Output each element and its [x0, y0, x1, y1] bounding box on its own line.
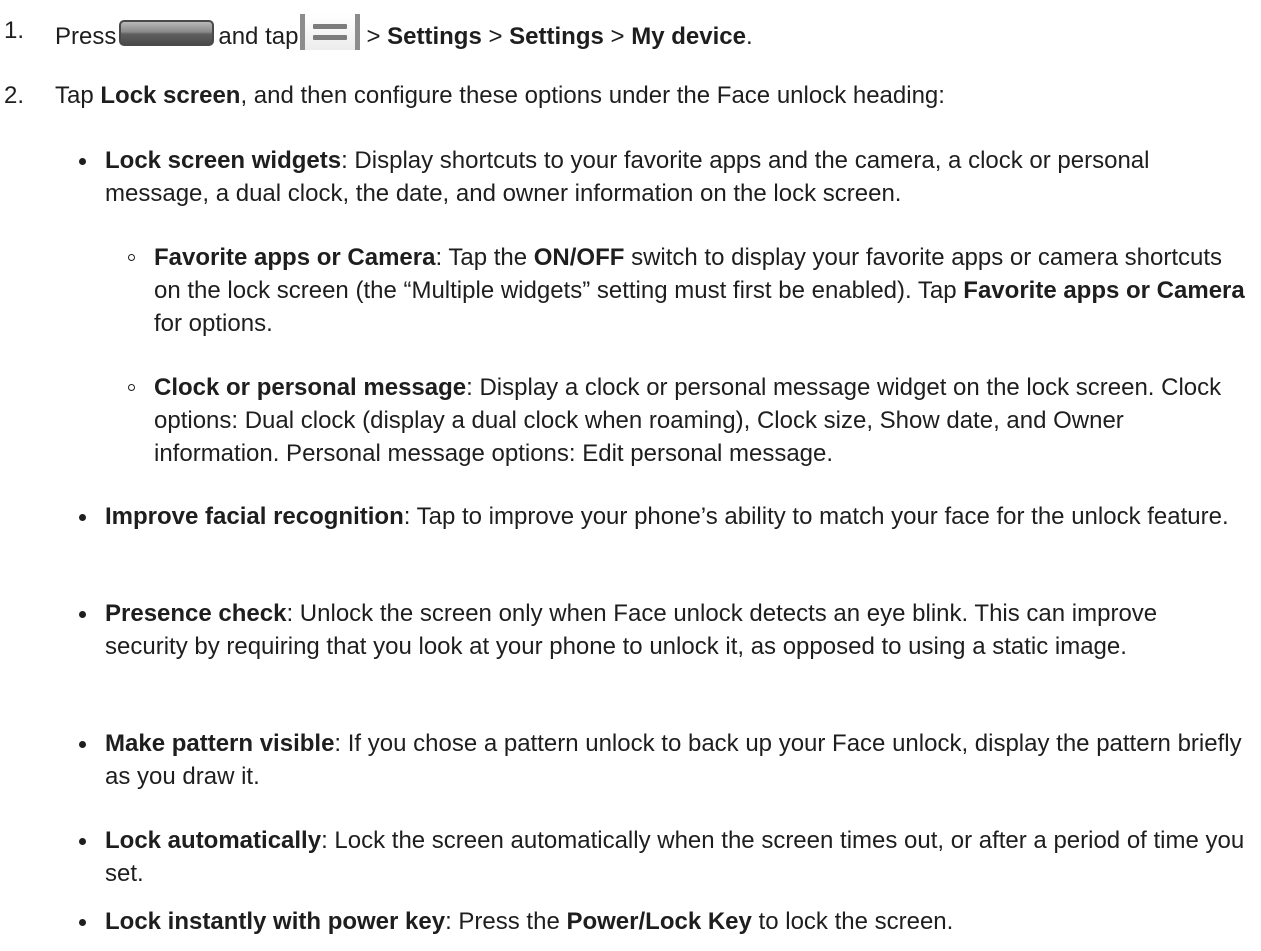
step-number: 1. [4, 17, 25, 44]
bullet-icon [79, 838, 86, 845]
menu-path-my-device: My device [631, 23, 746, 50]
bullet-icon [79, 514, 86, 521]
option-title: Favorite apps or Camera [154, 244, 436, 271]
bullet-icon [79, 611, 86, 618]
step-number: 2. [4, 82, 25, 109]
option-title: Make pattern visible [105, 730, 335, 757]
step-text-fragment: . [745, 23, 753, 50]
option-description: for options. [154, 310, 273, 337]
step-text: Press and tap > Settings > Settings > My d… [55, 14, 1240, 53]
step-text-fragment: and tap [218, 23, 299, 50]
favorite-apps-term: Favorite apps or Camera [963, 277, 1245, 304]
option-title: Lock automatically [105, 827, 322, 854]
sub-bullet-icon [128, 254, 135, 261]
step-text-fragment: Tap [55, 82, 94, 109]
home-key-icon [119, 20, 215, 46]
option-title: Lock instantly with power key [105, 908, 446, 935]
step-text: Tap Lock screen, and then configure thes… [55, 79, 1240, 112]
option-title: Improve facial recognition [105, 503, 404, 530]
sub-option-clock-or-personal-message: Clock or personal message: Display a clo… [128, 371, 1246, 470]
lock-screen-term: Lock screen [100, 82, 241, 109]
option-lock-instantly-with-power-key: Lock instantly with power key: Press the… [79, 905, 1245, 938]
sub-bullet-icon [128, 384, 135, 391]
step-text-fragment: > [488, 23, 503, 50]
bullet-icon [79, 741, 86, 748]
bullet-icon [79, 158, 86, 165]
option-lock-screen-widgets: Lock screen widgets: Display shortcuts t… [79, 144, 1245, 210]
option-description: : Press the [445, 908, 560, 935]
option-lock-automatically: Lock automatically: Lock the screen auto… [79, 824, 1245, 890]
step-text-fragment: > [366, 23, 381, 50]
step-text-fragment: , and then configure these options under… [240, 82, 945, 109]
menu-path-settings: Settings [387, 23, 482, 50]
option-description: to lock the screen. [758, 908, 954, 935]
option-title: Clock or personal message [154, 374, 467, 401]
document-page: 1. Press and tap > Settings > Settings > M… [0, 0, 1261, 951]
option-description: : Tap the [435, 244, 528, 271]
option-improve-facial-recognition: Improve facial recognition: Tap to impro… [79, 500, 1245, 533]
bullet-icon [79, 919, 86, 926]
on-off-term: ON/OFF [533, 244, 625, 271]
option-description: : Tap to improve your phone’s ability to… [403, 503, 1229, 530]
power-lock-key-term: Power/Lock Key [566, 908, 752, 935]
option-presence-check: Presence check: Unlock the screen only w… [79, 597, 1245, 663]
step-text-fragment: > [610, 23, 625, 50]
menu-key-icon [300, 14, 361, 50]
menu-path-settings-tab: Settings [509, 23, 604, 50]
sub-option-favorite-apps-or-camera: Favorite apps or Camera: Tap the ON/OFF … [128, 241, 1246, 340]
option-title: Lock screen widgets [105, 147, 342, 174]
option-title: Presence check [105, 600, 287, 627]
step-text-fragment: Press [55, 23, 117, 50]
option-make-pattern-visible: Make pattern visible: If you chose a pat… [79, 727, 1245, 793]
